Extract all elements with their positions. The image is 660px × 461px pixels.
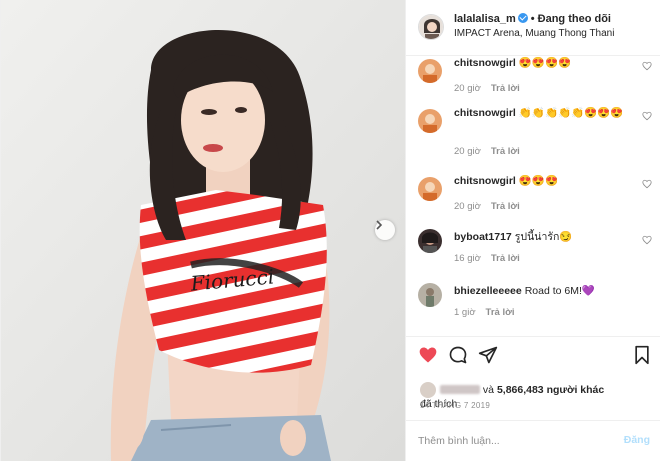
- add-comment-bar: Đăng: [406, 420, 660, 461]
- follow-status-button[interactable]: Đang theo dõi: [538, 13, 611, 25]
- liker-name-blurred: [440, 385, 480, 394]
- like-comment-heart-icon[interactable]: [642, 235, 652, 245]
- reply-button[interactable]: Trả lời: [491, 83, 520, 94]
- comment-username[interactable]: bhiezelleeeee: [454, 285, 522, 297]
- comment-body: 😍😍😍: [518, 175, 559, 187]
- comment-username[interactable]: chitsnowgirl: [454, 57, 516, 69]
- comment-text: chitsnowgirl 👏👏👏👏👏😍😍😍: [454, 106, 632, 120]
- reply-button[interactable]: Trả lời: [486, 307, 515, 318]
- post-dialog: Fiorucci lalalalisa_m • Đang theo dõi IMPA…: [0, 0, 660, 461]
- comments-list[interactable]: chitsnowgirl 😍😍😍😍 20 giờ Trả lời chitsnowg…: [406, 56, 660, 336]
- comment-body: 😍😍😍😍: [518, 57, 572, 69]
- chevron-right-icon: [376, 220, 383, 230]
- post-comment-button[interactable]: Đăng: [624, 434, 650, 446]
- heart-icon[interactable]: [418, 345, 438, 365]
- post-photo[interactable]: Fiorucci: [1, 0, 405, 461]
- comment-meta: 1 giờ Trả lời: [454, 307, 514, 318]
- commenter-avatar[interactable]: [418, 59, 442, 83]
- author-avatar[interactable]: [418, 14, 444, 40]
- post-location[interactable]: IMPACT Arena, Muang Thong Thani: [454, 28, 614, 39]
- likes-count[interactable]: 5,866,483: [497, 384, 544, 396]
- verified-badge-icon: [517, 13, 528, 23]
- add-comment-input[interactable]: [418, 431, 608, 451]
- comment-time: 20 giờ: [454, 146, 481, 157]
- author-username[interactable]: lalalalisa_m: [454, 13, 516, 25]
- commenter-avatar[interactable]: [418, 177, 442, 201]
- share-icon[interactable]: [478, 345, 498, 365]
- comment-meta: 20 giờ Trả lời: [454, 201, 520, 212]
- post-date: 14 THÁNG 7 2019: [420, 401, 491, 410]
- like-comment-heart-icon[interactable]: [642, 111, 652, 121]
- comment-text: chitsnowgirl 😍😍😍😍: [454, 56, 632, 70]
- bookmark-icon[interactable]: [632, 345, 652, 365]
- comment-body: รูปนี้น่ารัก😏: [514, 231, 573, 243]
- comment-username[interactable]: chitsnowgirl: [454, 107, 516, 119]
- comment-body: 👏👏👏👏👏😍😍😍: [518, 107, 624, 119]
- comment-meta: 20 giờ Trả lời: [454, 83, 520, 94]
- reply-button[interactable]: Trả lời: [491, 253, 520, 264]
- commenter-avatar[interactable]: [418, 229, 442, 253]
- commenter-avatar[interactable]: [418, 109, 442, 133]
- comment-text: bhiezelleeeee Road to 6M!💜: [454, 284, 632, 298]
- comment-time: 1 giờ: [454, 307, 476, 318]
- like-comment-heart-icon[interactable]: [642, 179, 652, 189]
- photo-illustration: Fiorucci: [1, 0, 405, 461]
- comment-meta: 16 giờ Trả lời: [454, 253, 520, 264]
- comment-username[interactable]: chitsnowgirl: [454, 175, 516, 187]
- comment-icon[interactable]: [448, 345, 468, 365]
- comment-time: 20 giờ: [454, 201, 481, 212]
- author-line: lalalalisa_m • Đang theo dõi: [454, 13, 611, 25]
- comment-text: byboat1717 รูปนี้น่ารัก😏: [454, 230, 632, 244]
- comment-text: chitsnowgirl 😍😍😍: [454, 174, 632, 188]
- comment-username[interactable]: byboat1717: [454, 231, 512, 243]
- next-photo-button[interactable]: [375, 220, 395, 240]
- separator-dot: •: [530, 13, 535, 25]
- commenter-avatar[interactable]: [418, 283, 442, 307]
- comment-time: 20 giờ: [454, 83, 481, 94]
- post-sidebar: lalalalisa_m • Đang theo dõi IMPACT Arena,…: [405, 0, 660, 461]
- reply-button[interactable]: Trả lời: [491, 201, 520, 212]
- comment-time: 16 giờ: [454, 253, 481, 264]
- post-header: lalalalisa_m • Đang theo dõi IMPACT Arena,…: [406, 0, 660, 56]
- likes-others[interactable]: người khác: [547, 384, 605, 396]
- reply-button[interactable]: Trả lời: [491, 146, 520, 157]
- comment-body: Road to 6M!💜: [524, 285, 595, 297]
- comment-meta: 20 giờ Trả lời: [454, 146, 520, 157]
- likes-prefix: và: [482, 384, 495, 396]
- like-comment-heart-icon[interactable]: [642, 61, 652, 71]
